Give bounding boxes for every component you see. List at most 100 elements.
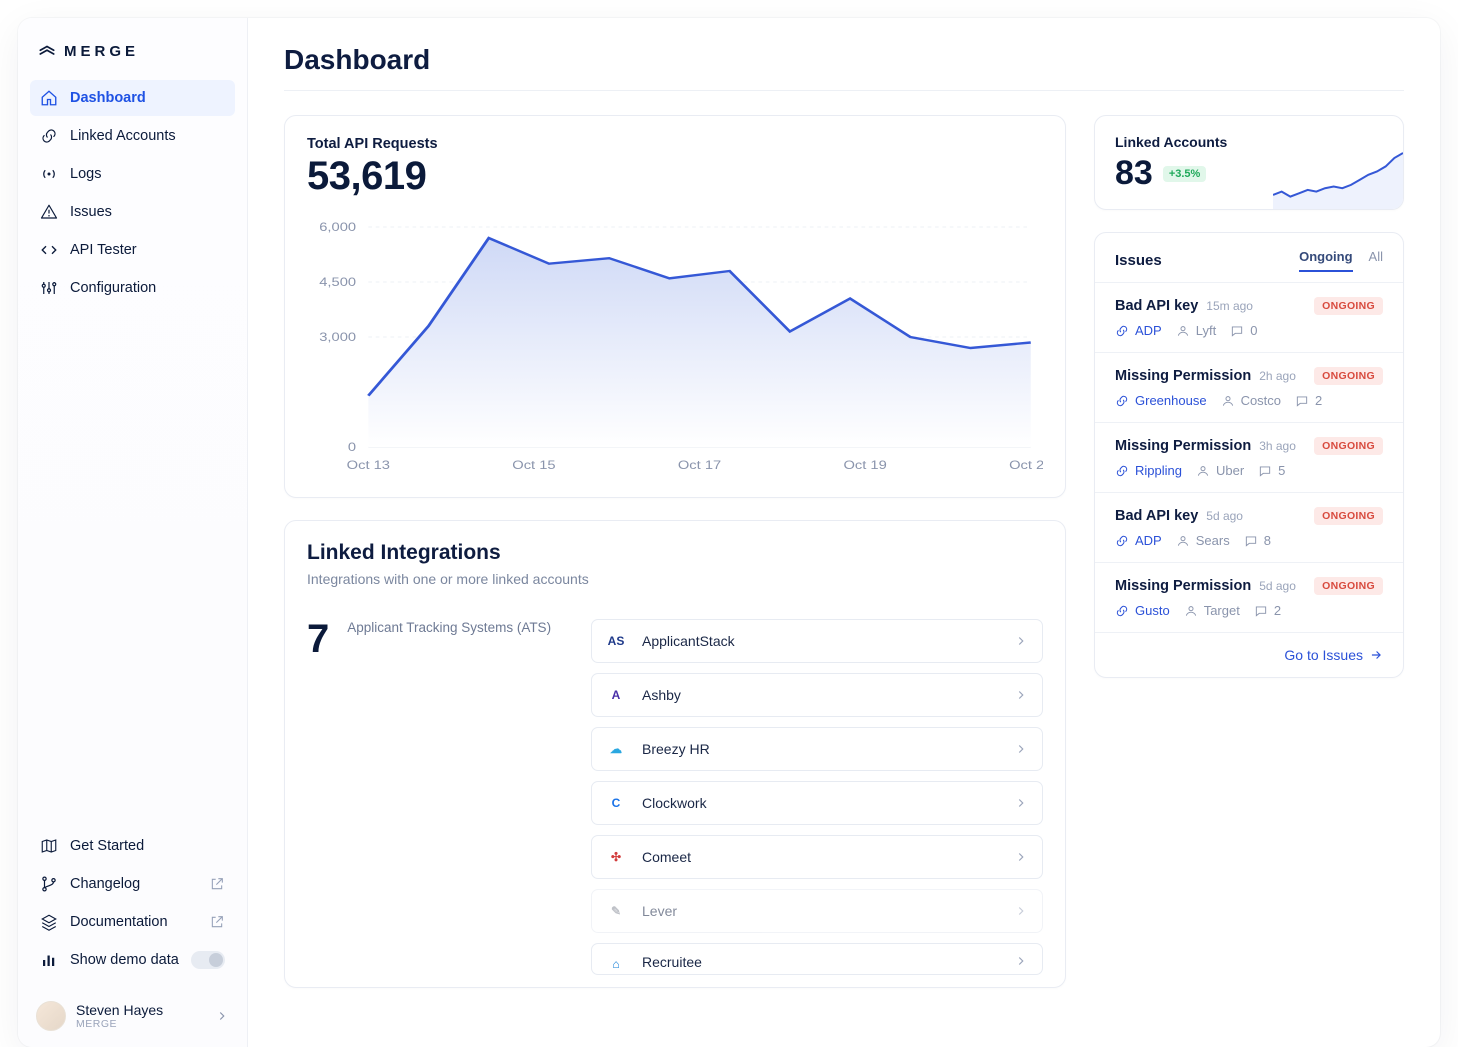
sparkline-icon xyxy=(1273,139,1403,209)
integration-icon: ☁ xyxy=(606,739,626,759)
status-badge: ONGOING xyxy=(1314,507,1383,525)
comment-icon xyxy=(1230,324,1244,338)
integration-name: Clockwork xyxy=(642,795,707,811)
sidebar-item-label: Documentation xyxy=(70,914,168,930)
sidebar-item-demo-data[interactable]: Show demo data xyxy=(30,942,235,978)
linked-integrations-card: Linked Integrations Integrations with on… xyxy=(284,520,1066,988)
sidebar: MERGE Dashboard Linked Accounts Logs Iss… xyxy=(18,18,248,1047)
sidebar-item-configuration[interactable]: Configuration xyxy=(30,270,235,306)
issues-title: Issues xyxy=(1115,252,1162,269)
chevron-right-icon xyxy=(1014,850,1028,864)
sidebar-item-logs[interactable]: Logs xyxy=(30,156,235,192)
integration-icon: ✣ xyxy=(606,847,626,867)
user-icon xyxy=(1184,604,1198,618)
issue-org: Target xyxy=(1184,603,1240,618)
linked-integrations-count: 7 xyxy=(307,619,329,975)
integration-icon: ⌂ xyxy=(606,954,626,974)
svg-text:Oct 15: Oct 15 xyxy=(512,458,555,471)
user-icon xyxy=(1176,534,1190,548)
integration-row[interactable]: A Ashby xyxy=(591,673,1043,717)
sidebar-item-label: Show demo data xyxy=(70,952,179,968)
layers-icon xyxy=(40,913,58,931)
linked-integrations-subtitle: Integrations with one or more linked acc… xyxy=(307,571,1043,587)
integration-row[interactable]: ☁Breezy HR xyxy=(591,727,1043,771)
go-to-issues-link[interactable]: Go to Issues xyxy=(1284,647,1383,663)
issue-title: Missing Permission xyxy=(1115,368,1251,384)
api-requests-total: 53,619 xyxy=(307,154,1043,199)
status-badge: ONGOING xyxy=(1314,297,1383,315)
issue-row[interactable]: Missing Permission2h agoONGOINGGreenhous… xyxy=(1095,352,1403,422)
integration-row[interactable]: AS ApplicantStack xyxy=(591,619,1043,663)
issue-row[interactable]: Bad API key15m agoONGOINGADPLyft0 xyxy=(1095,282,1403,352)
tab-ongoing[interactable]: Ongoing xyxy=(1299,249,1352,272)
broadcast-icon xyxy=(40,165,58,183)
issue-row[interactable]: Bad API key5d agoONGOINGADPSears8 xyxy=(1095,492,1403,562)
integration-name: ApplicantStack xyxy=(642,633,735,649)
issue-time: 5d ago xyxy=(1259,579,1296,593)
map-icon xyxy=(40,837,58,855)
sidebar-item-dashboard[interactable]: Dashboard xyxy=(30,80,235,116)
sidebar-item-api-tester[interactable]: API Tester xyxy=(30,232,235,268)
issue-comments: 2 xyxy=(1295,393,1322,408)
integration-icon: A xyxy=(606,685,626,705)
sliders-icon xyxy=(40,279,58,297)
brand-text: MERGE xyxy=(64,43,139,60)
primary-nav: Dashboard Linked Accounts Logs Issues AP… xyxy=(30,80,235,306)
integration-name: Comeet xyxy=(642,849,691,865)
warning-icon xyxy=(40,203,58,221)
external-link-icon xyxy=(209,914,225,930)
issue-title: Bad API key xyxy=(1115,508,1198,524)
comment-icon xyxy=(1295,394,1309,408)
sidebar-item-changelog[interactable]: Changelog xyxy=(30,866,235,902)
linked-accounts-card[interactable]: Linked Accounts 83 +3.5% xyxy=(1094,115,1404,210)
user-org: MERGE xyxy=(76,1018,163,1030)
go-to-issues-label: Go to Issues xyxy=(1284,647,1363,663)
sidebar-item-label: Logs xyxy=(70,166,101,182)
integration-list: AS ApplicantStack A Ashby ☁Breezy HR CClockwo… xyxy=(591,619,1043,975)
sidebar-item-linked-accounts[interactable]: Linked Accounts xyxy=(30,118,235,154)
integration-row[interactable]: ✣ Comeet xyxy=(591,835,1043,879)
linked-integrations-category: Applicant Tracking Systems (ATS) xyxy=(347,619,551,975)
link-icon xyxy=(1115,464,1129,478)
sidebar-item-issues[interactable]: Issues xyxy=(30,194,235,230)
sidebar-item-label: Configuration xyxy=(70,280,156,296)
tab-all[interactable]: All xyxy=(1369,249,1383,272)
issue-time: 2h ago xyxy=(1259,369,1296,383)
issues-tabs: Ongoing All xyxy=(1299,249,1383,272)
api-requests-card: Total API Requests 53,619 03,0004,5006,0… xyxy=(284,115,1066,498)
issue-time: 5d ago xyxy=(1206,509,1243,523)
integration-row[interactable]: CClockwork xyxy=(591,781,1043,825)
merge-logo-icon xyxy=(38,42,56,60)
integration-name: Ashby xyxy=(642,687,681,703)
issue-row[interactable]: Missing Permission3h agoONGOINGRipplingU… xyxy=(1095,422,1403,492)
svg-text:0: 0 xyxy=(348,440,356,453)
link-icon xyxy=(1115,534,1129,548)
sidebar-item-label: Changelog xyxy=(70,876,140,892)
link-icon xyxy=(1115,394,1129,408)
integration-name: Recruitee xyxy=(642,954,702,970)
integration-row[interactable]: ⌂ Recruitee xyxy=(591,943,1043,975)
integration-row[interactable]: ✎Lever xyxy=(591,889,1043,933)
sidebar-item-documentation[interactable]: Documentation xyxy=(30,904,235,940)
svg-text:3,000: 3,000 xyxy=(319,330,356,343)
linked-integrations-summary: 7 Applicant Tracking Systems (ATS) xyxy=(307,619,557,975)
user-menu[interactable]: Steven Hayes MERGE xyxy=(30,990,235,1031)
issue-row[interactable]: Missing Permission5d agoONGOINGGustoTarg… xyxy=(1095,562,1403,632)
link-icon xyxy=(1115,324,1129,338)
demo-data-toggle[interactable] xyxy=(191,951,225,969)
issue-integration: Greenhouse xyxy=(1115,393,1207,408)
user-icon xyxy=(1176,324,1190,338)
linked-integrations-title: Linked Integrations xyxy=(307,541,1043,565)
issue-integration: ADP xyxy=(1115,323,1162,338)
integration-icon: ✎ xyxy=(606,901,626,921)
user-name: Steven Hayes xyxy=(76,1002,163,1018)
main-content: Dashboard Total API Requests 53,619 xyxy=(248,18,1440,1047)
issue-org: Uber xyxy=(1196,463,1244,478)
link-icon xyxy=(1115,604,1129,618)
issue-comments: 0 xyxy=(1230,323,1257,338)
issue-title: Missing Permission xyxy=(1115,578,1251,594)
api-requests-label: Total API Requests xyxy=(307,136,1043,152)
integration-icon: AS xyxy=(606,631,626,651)
chevron-right-icon xyxy=(215,1009,229,1023)
sidebar-item-get-started[interactable]: Get Started xyxy=(30,828,235,864)
